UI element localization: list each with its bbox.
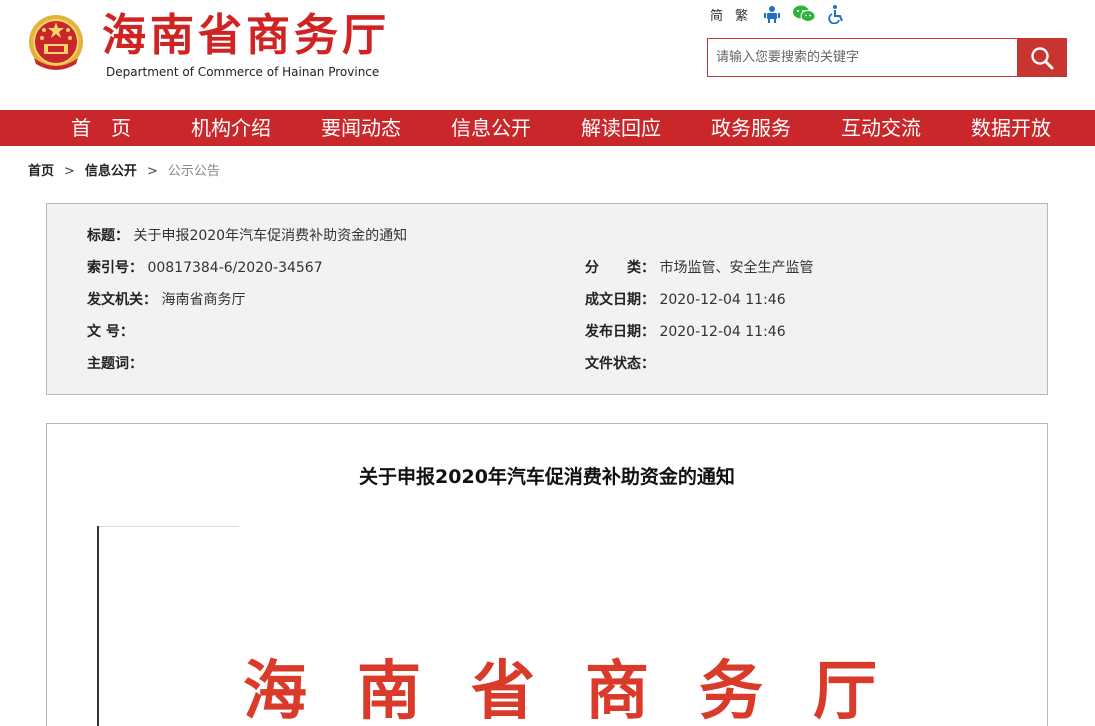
wechat-icon[interactable]	[792, 2, 816, 26]
nav-item-organization[interactable]: 机构介绍	[166, 110, 296, 146]
search-button[interactable]	[1017, 39, 1066, 76]
meta-status-label: 文件状态：	[585, 356, 655, 372]
document-meta-box: 标题： 关于申报2020年汽车促消费补助资金的通知 索引号： 00817384-…	[46, 203, 1048, 395]
meta-title: 标题： 关于申报2020年汽车促消费补助资金的通知	[87, 226, 407, 246]
breadcrumb-separator: >	[146, 164, 158, 179]
nav-item-home[interactable]: 首 页	[36, 110, 166, 146]
meta-index-label: 索引号：	[87, 260, 143, 276]
meta-category-label: 分 类：	[585, 260, 655, 276]
nav-item-interaction[interactable]: 互动交流	[816, 110, 946, 146]
top-tools: 简 繁	[706, 2, 848, 26]
meta-issuer-value: 海南省商务厅	[161, 292, 246, 308]
meta-created-date: 成文日期： 2020-12-04 11:46	[585, 290, 786, 310]
meta-title-value: 关于申报2020年汽车促消费补助资金的通知	[133, 228, 408, 244]
search-input[interactable]	[708, 39, 1017, 76]
article-content: 关于申报2020年汽车促消费补助资金的通知 海南省商务厅	[46, 423, 1048, 726]
search-icon	[1030, 46, 1053, 69]
meta-status: 文件状态：	[585, 354, 655, 374]
meta-issuer: 发文机关： 海南省商务厅	[87, 290, 245, 310]
breadcrumb-information-disclosure[interactable]: 信息公开	[85, 162, 137, 182]
site-subtitle: Department of Commerce of Hainan Provinc…	[106, 65, 380, 79]
search-box	[707, 38, 1067, 77]
meta-category: 分 类： 市场监管、安全生产监管	[585, 258, 813, 278]
meta-index: 索引号： 00817384-6/2020-34567	[87, 258, 323, 278]
nav-item-news[interactable]: 要闻动态	[296, 110, 426, 146]
main-nav: 首 页 机构介绍 要闻动态 信息公开 解读回应 政务服务 互动交流 数据开放	[0, 110, 1095, 146]
meta-keywords: 主题词：	[87, 354, 143, 374]
breadcrumb-separator: >	[64, 164, 75, 179]
meta-published-value: 2020-12-04 11:46	[659, 324, 786, 340]
meta-index-value: 00817384-6/2020-34567	[147, 260, 323, 276]
person-robot-icon[interactable]	[760, 2, 784, 26]
breadcrumb-home[interactable]: 首页	[28, 162, 54, 182]
meta-created-label: 成文日期：	[585, 292, 655, 308]
meta-title-label: 标题：	[87, 228, 129, 244]
wheelchair-icon[interactable]	[824, 2, 848, 26]
document-red-header: 海南省商务厅	[243, 654, 927, 726]
site-title: 海南省商务厅	[102, 10, 390, 61]
page: 海南省商务厅 Department of Commerce of Hainan …	[0, 0, 1095, 726]
meta-created-value: 2020-12-04 11:46	[659, 292, 786, 308]
document-border-line	[97, 526, 99, 726]
document-top-line	[99, 526, 239, 527]
site-header: 海南省商务厅 Department of Commerce of Hainan …	[0, 0, 1095, 110]
breadcrumb: 首页 > 信息公开 > 公示公告	[28, 162, 220, 182]
meta-published-date: 发布日期： 2020-12-04 11:46	[585, 322, 786, 342]
meta-keywords-label: 主题词：	[87, 356, 143, 372]
traditional-chinese-link[interactable]: 繁	[731, 5, 752, 24]
nav-item-interpretation[interactable]: 解读回应	[556, 110, 686, 146]
article-title: 关于申报2020年汽车促消费补助资金的通知	[359, 466, 735, 488]
document-scan-image: 海南省商务厅	[97, 524, 997, 726]
meta-published-label: 发布日期：	[585, 324, 655, 340]
meta-category-value: 市场监管、安全生产监管	[659, 260, 814, 276]
meta-docno-label: 文 号：	[87, 324, 134, 340]
breadcrumb-current: 公示公告	[167, 164, 220, 179]
national-emblem-icon	[26, 12, 86, 74]
meta-issuer-label: 发文机关：	[87, 292, 157, 308]
nav-item-government-services[interactable]: 政务服务	[686, 110, 816, 146]
nav-item-open-data[interactable]: 数据开放	[946, 110, 1076, 146]
simplified-chinese-link[interactable]: 简	[706, 5, 727, 24]
meta-document-number: 文 号：	[87, 322, 134, 342]
nav-item-information-disclosure[interactable]: 信息公开	[426, 110, 556, 146]
